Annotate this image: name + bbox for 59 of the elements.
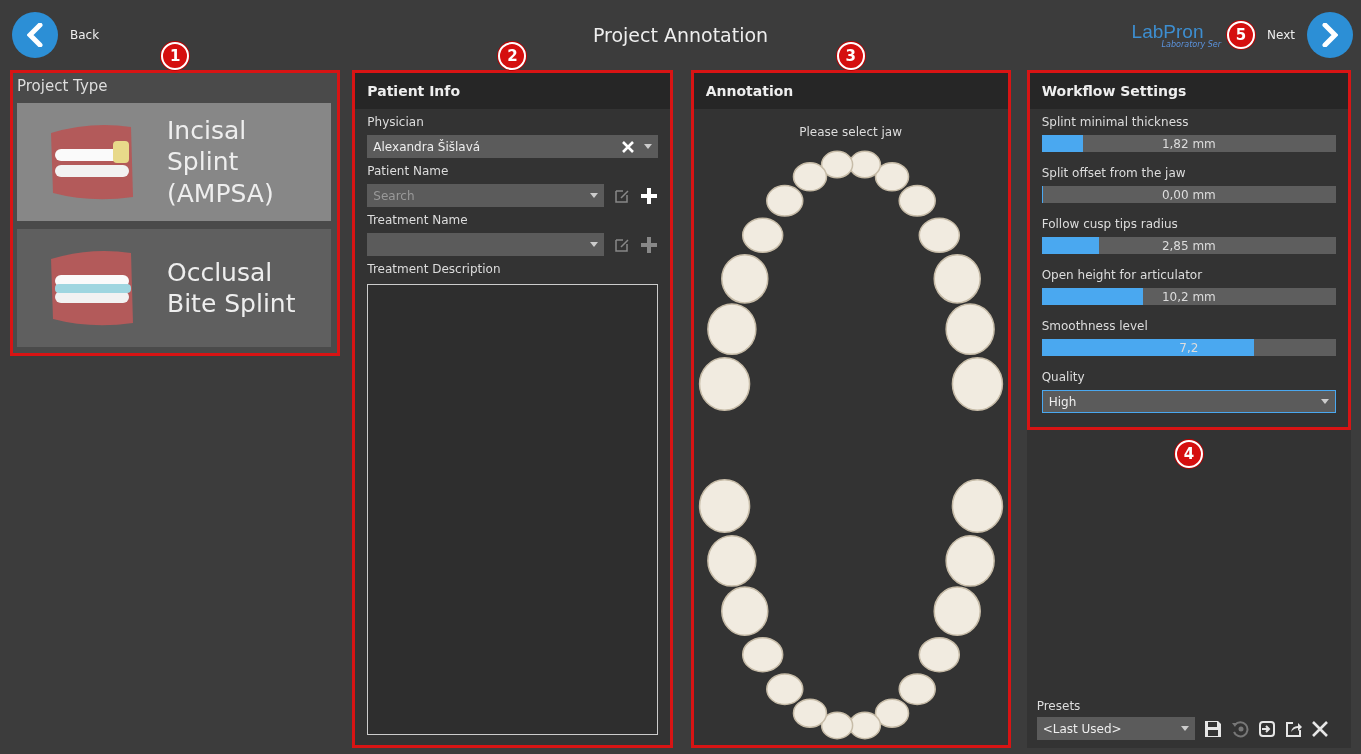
slider-label: Follow cusp tips radius [1041,217,1179,231]
caret-icon [1180,726,1189,731]
callout-number: 1 [161,42,190,70]
lower-jaw-drawing[interactable] [698,479,1003,740]
next-button[interactable] [1307,12,1353,58]
slider-value: 1,82 mm [1161,136,1216,151]
slider-value: 0,00 mm [1161,187,1216,202]
slider-track[interactable]: 2,85 mm [1041,237,1336,254]
project-type-option[interactable]: Incisal Splint (AMPSA) [17,103,332,221]
slider-label: Open height for articulator [1041,268,1204,282]
field-label: Patient Name [367,164,450,178]
field-label: Presets [1035,699,1082,713]
combo-field[interactable] [367,233,604,256]
panel-header: Annotation [693,73,1008,109]
field-label: Treatment Description [367,262,502,276]
callout-number: 2 [498,42,527,70]
back-button[interactable] [12,12,58,58]
slider-track[interactable]: 0,00 mm [1041,186,1336,203]
export-icon[interactable] [1284,719,1303,738]
slider-value: 2,85 mm [1161,238,1216,253]
chevron-left-icon [27,23,43,47]
slider-track[interactable]: 1,82 mm [1041,135,1336,152]
slider-label: Splint minimal thickness [1041,115,1190,129]
back-label: Back [70,28,100,42]
import-icon[interactable] [1257,719,1276,738]
prompt-text: Please select jaw [799,125,903,139]
presets-dropdown[interactable]: <Last Used> [1036,717,1195,740]
slider-label: Smoothness level [1041,319,1149,333]
description-field[interactable] [367,284,658,735]
logo: LabPron Laboratory Ser [1131,21,1222,49]
panel-header: Patient Info [355,73,670,109]
caret-icon [589,193,598,198]
field-label: Physician [367,115,425,129]
window-title: Project Annotation [592,24,769,46]
slider-label: Split offset from the jaw [1041,166,1187,180]
slider-value: 7,2 [1179,340,1199,355]
delete-icon[interactable] [1311,720,1328,737]
callout-number: 3 [836,42,865,70]
section-title: Project Type [17,77,109,95]
upper-jaw-drawing[interactable] [698,150,1003,411]
quality-dropdown[interactable]: High [1041,390,1336,413]
edit-icon[interactable] [613,236,630,253]
callout-number: 4 [1174,440,1203,468]
caret-icon [589,242,598,247]
edit-icon[interactable] [613,187,630,204]
slider-value: 10,2 mm [1161,289,1216,304]
field-label: Quality [1041,370,1086,384]
chevron-right-icon [1322,23,1338,47]
next-label: Next [1267,28,1295,42]
physician-dropdown[interactable]: Alexandra Šišlavá [367,135,658,158]
callout-number: 5 [1227,21,1256,49]
caret-icon [1321,399,1329,404]
caret-icon [643,144,652,149]
save-icon[interactable] [1203,719,1222,738]
clear-icon[interactable] [621,140,634,153]
field-label: Treatment Name [367,213,469,227]
panel-header: Workflow Settings [1029,73,1348,109]
slider-track[interactable]: 10,2 mm [1041,288,1336,305]
project-type-option[interactable]: Occlusal Bite Splint [17,229,332,347]
